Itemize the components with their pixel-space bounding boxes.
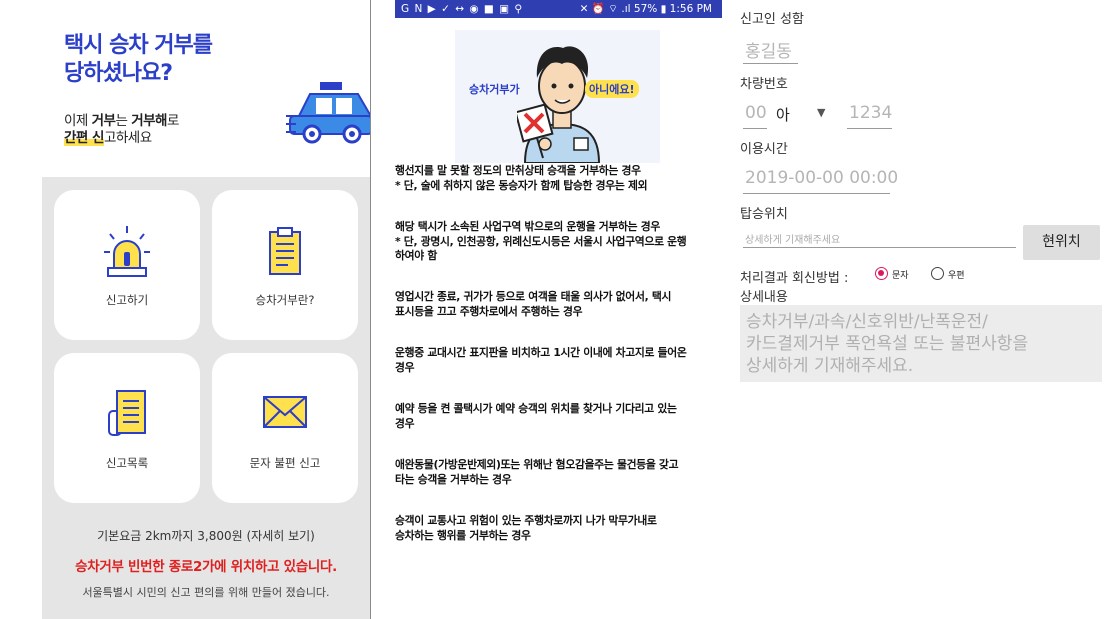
refusal-info-card[interactable]: 승차거부란? — [212, 190, 358, 340]
case-item: 해당 택시가 소속된 사업구역 밖으로의 운행을 거부하는 경우 * 단, 광명… — [395, 220, 722, 264]
banner-text-left: 승차거부가 — [469, 83, 520, 96]
report-card[interactable]: 신고하기 — [54, 190, 200, 340]
plate-label: 차량번호 — [740, 77, 788, 92]
detail-placeholder-line: 상세하게 기재해주세요. — [746, 356, 914, 376]
home-screen: 택시 승차 거부를 당하셨나요? 이제 거부는 거부해로 간편 신고하세요 신고… — [42, 0, 370, 619]
location-alert: 승차거부 빈번한 종로2가에 위치하고 있습니다. — [75, 559, 337, 575]
subtitle-highlight: 간편 신 — [64, 130, 104, 146]
refusal-info-screen: G N ▶ ✓ ↔ ◉ ■ ▣ ⚲ ✕ ⏰ ⌔ .ıl 57% ▮ 1:56 P… — [395, 0, 722, 619]
case-line: 승차하는 행위를 거부하는 경우 — [395, 528, 531, 542]
report-list-card[interactable]: 신고목록 — [54, 353, 200, 503]
status-bar: G N ▶ ✓ ↔ ◉ ■ ▣ ⚲ ✕ ⏰ ⌔ .ıl 57% ▮ 1:56 P… — [395, 0, 722, 18]
reply-method-label: 처리결과 회신방법 : — [740, 271, 849, 286]
sms-report-card-label: 문자 불편 신고 — [249, 456, 321, 470]
banner-text-right: 아니에요! — [585, 80, 639, 98]
plate-number-input[interactable]: 1234 — [849, 103, 892, 123]
reply-sms-radio[interactable] — [875, 267, 888, 280]
case-item: 행선지를 말 못할 정도의 만취상태 승객을 거부하는 경우 * 단, 술에 취… — [395, 164, 722, 193]
title-line-2: 당하셨나요? — [64, 61, 173, 86]
case-line: 타는 승객을 거부하는 경우 — [395, 472, 512, 486]
base-fare-link[interactable]: 기본요금 2km까지 3,800원 (자세히 보기) — [42, 527, 370, 544]
siren-icon — [104, 226, 150, 277]
driver-character-icon — [517, 46, 601, 163]
name-underline — [743, 63, 798, 64]
time-input[interactable]: 2019-00-00 00:00 — [745, 168, 898, 188]
clipboard-icon — [269, 227, 301, 275]
case-line: 승객이 교통사고 위험이 있는 주행차로까지 나가 막무가내로 — [395, 514, 657, 527]
plate-prefix-input[interactable]: 00 — [745, 103, 767, 123]
case-line: 애완동물(가방운반제외)또는 위해난 혐오감을주는 물건등을 갖고 — [395, 458, 679, 471]
case-line: 경우 — [395, 360, 415, 374]
detail-placeholder-line: 승차거부/과속/신호위반/난폭운전/ — [746, 312, 988, 332]
time-label: 이용시간 — [740, 142, 788, 157]
plate-prefix-underline — [743, 128, 767, 129]
name-label: 신고인 성함 — [740, 12, 804, 27]
report-form-screen: 신고인 성함 홍길동 차량번호 00 아 ▼ 1234 이용시간 2019-00… — [740, 0, 1116, 619]
title-line-1: 택시 승차 거부를 — [64, 33, 213, 58]
refusal-info-card-label: 승차거부란? — [255, 293, 315, 307]
subtitle-text: 는 — [115, 113, 132, 129]
subtitle-line-1: 이제 거부는 거부해로 — [64, 113, 179, 130]
subtitle-text: 고하세요 — [103, 130, 152, 146]
case-item: 예약 등을 켠 콜택시가 예약 승객의 위치를 찾거나 기다리고 있는 경우 — [395, 402, 722, 431]
report-card-label: 신고하기 — [105, 293, 149, 307]
plate-letter-select[interactable]: 아 — [776, 104, 790, 125]
case-line: * 단, 광명시, 인천공항, 위례신도시등은 서울시 사업구역으로 운행 — [395, 234, 687, 248]
case-item: 영업시간 종료, 귀가가 등으로 여객을 태울 의사가 없어서, 택시 표시등을… — [395, 290, 722, 319]
case-item: 애완동물(가방운반제외)또는 위해난 혐오감을주는 물건등을 갖고 타는 승객을… — [395, 458, 722, 487]
case-line: 표시등을 끄고 주행차로에서 주행하는 경우 — [395, 304, 583, 318]
subtitle: 이제 거부는 거부해로 간편 신고하세요 — [64, 113, 179, 147]
case-line: 운행중 교대시간 표지판을 비치하고 1시간 이내에 차고지로 들어온 — [395, 346, 687, 359]
subtitle-text: 이제 — [64, 113, 92, 129]
report-list-card-label: 신고목록 — [105, 456, 149, 470]
detail-textarea[interactable]: 승차거부/과속/신호위반/난폭운전/ 카드결제거부 폭언욕설 또는 불편사항을 … — [740, 305, 1102, 382]
reply-mail-label: 우편 — [948, 271, 965, 281]
location-label: 탑승위치 — [740, 207, 788, 222]
chevron-down-icon[interactable]: ▼ — [817, 106, 825, 119]
reply-sms-label: 문자 — [892, 271, 909, 281]
menu-area: 신고하기 승차거부란? 신고목록 문자 불편 신고 — [42, 177, 370, 619]
case-line: * 단, 술에 취하지 않은 동승자가 함께 탑승한 경우는 제외 — [395, 178, 648, 192]
status-right: ✕ ⏰ ⌔ .ıl 57% ▮ 1:56 PM — [579, 3, 712, 15]
case-line: 영업시간 종료, 귀가가 등으로 여객을 태울 의사가 없어서, 택시 — [395, 290, 672, 303]
refusal-banner: 승차거부가 아니에요! — [455, 30, 660, 163]
case-line: 행선지를 말 못할 정도의 만취상태 승객을 거부하는 경우 — [395, 164, 641, 177]
taxi-illustration-icon — [286, 82, 370, 144]
location-underline — [743, 247, 1016, 248]
case-line: 하여야 함 — [395, 249, 437, 262]
panel-divider — [370, 0, 371, 619]
page-title: 택시 승차 거부를 당하셨나요? — [64, 32, 213, 88]
detail-placeholder-line: 카드결제거부 폭언욕설 또는 불편사항을 — [746, 334, 1029, 354]
subtitle-text: 로 — [166, 113, 179, 129]
notification-icons: G N ▶ ✓ ↔ ◉ ■ ▣ ⚲ — [401, 3, 524, 15]
subtitle-bold: 거부해 — [131, 113, 167, 129]
subtitle-bold: 거부 — [91, 113, 116, 129]
case-item: 승객이 교통사고 위험이 있는 주행차로까지 나가 막무가내로 승차하는 행위를… — [395, 514, 722, 543]
time-underline — [743, 193, 890, 194]
envelope-icon — [263, 396, 307, 428]
detail-label: 상세내용 — [740, 290, 788, 305]
subtitle-line-2: 간편 신고하세요 — [64, 130, 179, 147]
case-line: 예약 등을 켠 콜택시가 예약 승객의 위치를 찾거나 기다리고 있는 — [395, 402, 677, 415]
document-list-icon — [108, 390, 146, 436]
case-line: 경우 — [395, 416, 415, 430]
sms-report-card[interactable]: 문자 불편 신고 — [212, 353, 358, 503]
plate-number-underline — [847, 128, 892, 129]
name-input[interactable]: 홍길동 — [745, 37, 792, 62]
reply-mail-radio[interactable] — [931, 267, 944, 280]
location-input[interactable]: 상세하게 기재해주세요 — [745, 231, 840, 246]
current-location-button[interactable]: 현위치 — [1023, 225, 1100, 260]
case-item: 운행중 교대시간 표지판을 비치하고 1시간 이내에 차고지로 들어온 경우 — [395, 346, 722, 375]
case-line: 해당 택시가 소속된 사업구역 밖으로의 운행을 거부하는 경우 — [395, 220, 661, 233]
footer-note: 서울특별시 시민의 신고 편의를 위해 만들어 졌습니다. — [82, 586, 330, 599]
